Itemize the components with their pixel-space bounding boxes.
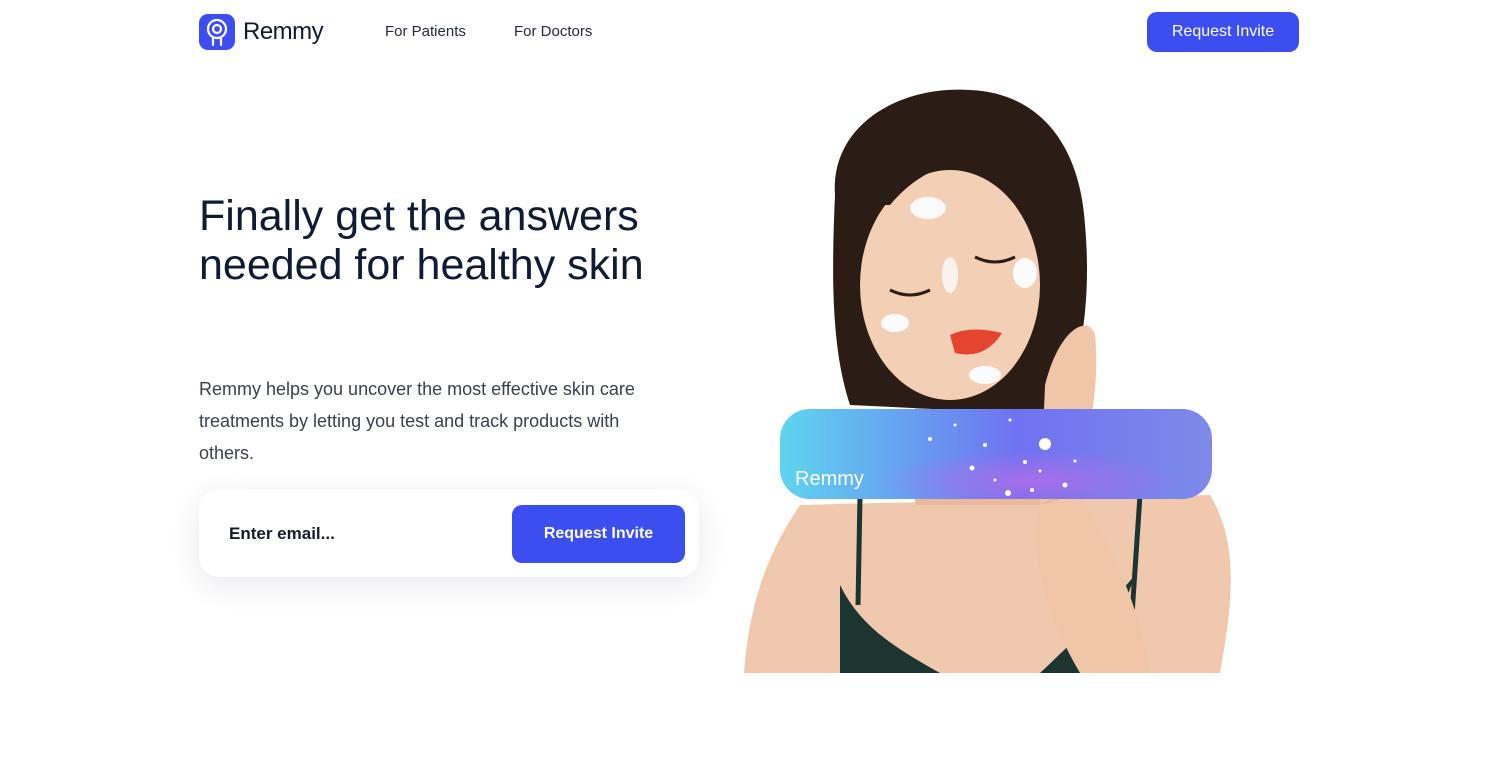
hero-request-invite-button[interactable]: Request Invite (512, 505, 685, 563)
hero-headline: Finally get the answers needed for healt… (199, 192, 719, 290)
header-request-invite-button[interactable]: Request Invite (1147, 12, 1299, 52)
logo-text: Remmy (243, 18, 324, 45)
hero-subtext: Remmy helps you uncover the most effecti… (199, 379, 635, 463)
hero-headline-line-1: Finally get the answers (199, 192, 639, 240)
hero-photo-woman-skincare: Remmy (744, 89, 1231, 673)
logo[interactable]: Remmy (199, 14, 324, 50)
remmy-logo-icon (199, 14, 235, 50)
nav-link-for-patients[interactable]: For Patients (385, 23, 466, 40)
image-card-label: Remmy (795, 468, 864, 490)
email-input[interactable] (219, 512, 519, 556)
email-signup-card: Request Invite (199, 490, 699, 577)
nav-link-for-doctors[interactable]: For Doctors (514, 23, 592, 40)
hero-headline-line-2: needed for healthy skin (199, 241, 644, 289)
